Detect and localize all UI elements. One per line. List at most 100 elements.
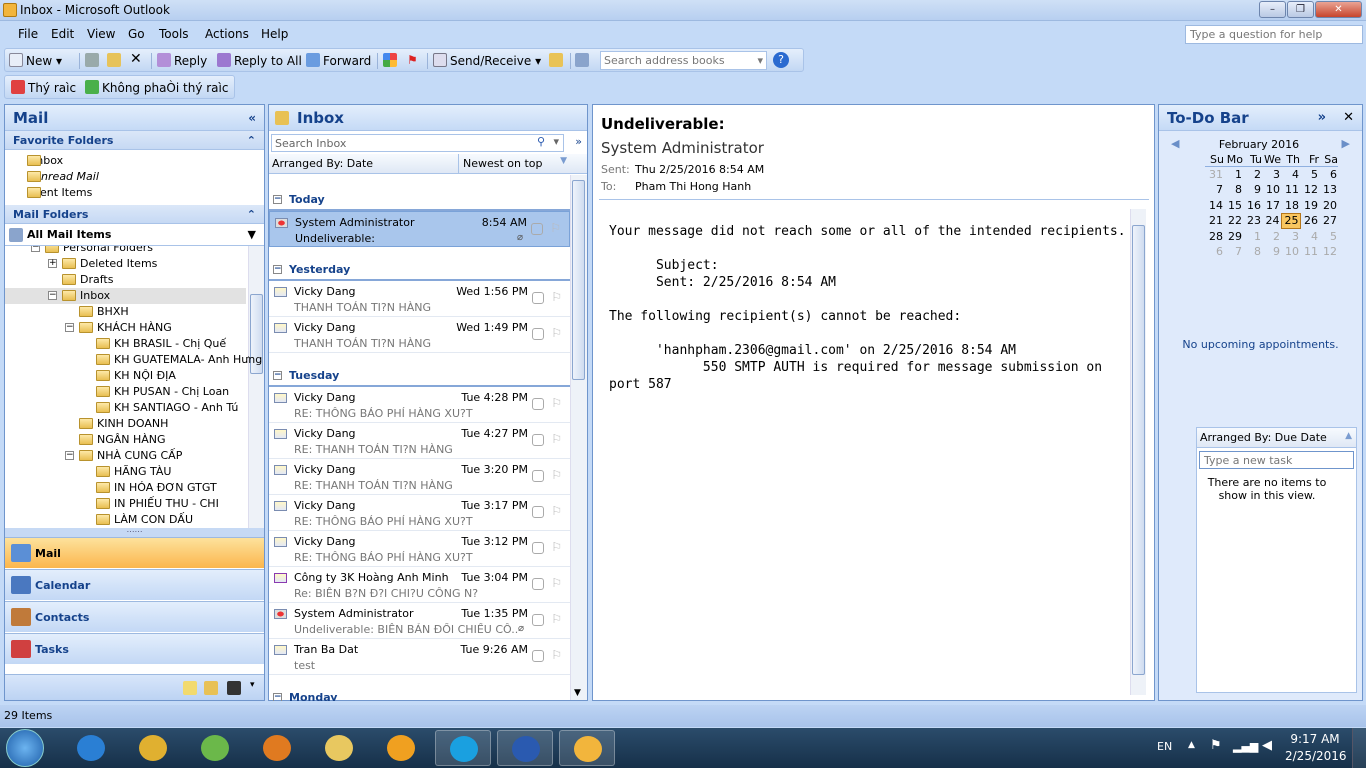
folder-item[interactable]: KH SANTIAGO - Anh Tú xyxy=(5,400,246,416)
next-month-icon[interactable]: ▶ xyxy=(1342,137,1350,150)
calendar-day[interactable]: 3 xyxy=(1262,167,1281,183)
category-checkbox[interactable] xyxy=(532,434,544,446)
taskbar-skype[interactable] xyxy=(435,730,491,766)
menu-file[interactable]: File xyxy=(18,27,38,41)
calendar-day[interactable]: 10 xyxy=(1281,244,1300,260)
forward-button[interactable]: Forward xyxy=(306,53,371,68)
menu-help[interactable]: Help xyxy=(261,27,288,41)
flag-icon[interactable]: ⚐ xyxy=(551,432,562,446)
favorite-folder-unread-mail[interactable]: Unread Mail xyxy=(5,169,264,185)
category-checkbox[interactable] xyxy=(532,470,544,482)
menu-tools[interactable]: Tools xyxy=(159,27,189,41)
message-row[interactable]: System Administrator Undeliverable: BIÊN … xyxy=(269,603,570,639)
folder-scrollbar[interactable] xyxy=(248,246,264,528)
calendar-day[interactable]: 19 xyxy=(1300,198,1319,214)
calendar-day[interactable]: 6 xyxy=(1205,244,1224,260)
taskbar-coc-coc[interactable] xyxy=(187,730,243,766)
flag-icon[interactable]: ⚐ xyxy=(551,396,562,410)
calendar-day[interactable]: 15 xyxy=(1224,198,1243,214)
print-button[interactable] xyxy=(85,53,102,68)
category-checkbox[interactable] xyxy=(532,292,544,304)
taskbar-app-orange[interactable] xyxy=(373,730,429,766)
message-row[interactable]: System Administrator Undeliverable: 8:54 A… xyxy=(269,211,570,247)
calendar-day[interactable]: 22 xyxy=(1224,213,1243,229)
message-row[interactable]: Vicky Dang THANH TOÁN TI?N HÀNG Wed 1:49 P… xyxy=(269,317,570,353)
find-contact-button[interactable] xyxy=(549,53,566,68)
reading-scrollbar[interactable] xyxy=(1130,209,1146,695)
taskbar-media-player[interactable] xyxy=(249,730,305,766)
calendar-day[interactable]: 11 xyxy=(1300,244,1319,260)
calendar-day[interactable]: 1 xyxy=(1243,229,1262,245)
folder-item[interactable]: − Personal Folders xyxy=(5,246,246,256)
calendar-day[interactable]: 17 xyxy=(1262,198,1281,214)
collapse-icon[interactable]: − xyxy=(273,195,282,204)
search-address-books-input[interactable]: Search address books ▾ xyxy=(600,51,767,70)
folder-item[interactable]: KH GUATEMALA- Anh Hưng xyxy=(5,352,262,368)
recipient[interactable]: Pham Thi Hong Hanh xyxy=(635,180,751,193)
nav-button-tasks[interactable]: Tasks xyxy=(5,633,264,664)
calendar-day[interactable]: 25 xyxy=(1280,212,1301,229)
message-list-scrollbar[interactable]: ▼ xyxy=(570,175,587,700)
message-row[interactable]: Tran Ba Dat test Tue 9:26 AM ⚐ xyxy=(269,639,570,675)
calendar-day[interactable]: 1 xyxy=(1224,167,1243,183)
folder-item[interactable]: KH PUSAN - Chị Loan xyxy=(5,384,246,400)
calendar-day[interactable]: 2 xyxy=(1262,229,1281,245)
calendar-day[interactable]: 9 xyxy=(1243,182,1262,198)
collapse-icon[interactable]: − xyxy=(273,265,282,274)
address-book-button[interactable] xyxy=(575,53,592,68)
chevron-up-icon[interactable]: ⌃ xyxy=(247,134,256,147)
search-inbox-input[interactable]: Search Inbox ⚲ ▾ xyxy=(271,134,564,152)
calendar-day[interactable]: 29 xyxy=(1224,229,1243,245)
notes-icon[interactable] xyxy=(183,681,197,695)
nav-button-mail[interactable]: Mail xyxy=(5,537,264,568)
flag-icon[interactable]: ⚐ xyxy=(551,504,562,518)
group-header-yesterday[interactable]: − Yesterday xyxy=(269,259,570,281)
category-checkbox[interactable] xyxy=(532,328,544,340)
calendar-day[interactable]: 7 xyxy=(1224,244,1243,260)
category-checkbox[interactable] xyxy=(532,542,544,554)
favorite-folder-inbox[interactable]: Inbox xyxy=(5,153,264,169)
reply-all-button[interactable]: Reply to All xyxy=(217,53,302,68)
collapse-icon[interactable]: − xyxy=(31,246,40,252)
new-task-input[interactable]: Type a new task xyxy=(1199,451,1354,469)
all-mail-items-dropdown[interactable]: All Mail Items ▼ xyxy=(5,224,264,246)
calendar-day[interactable]: 8 xyxy=(1224,182,1243,198)
folder-item[interactable]: NGÂN HÀNG xyxy=(5,432,246,448)
maximize-button[interactable]: ❐ xyxy=(1287,1,1314,18)
categorize-button[interactable] xyxy=(383,53,400,68)
calendar-day[interactable]: 12 xyxy=(1300,182,1319,198)
message-row[interactable]: Vicky Dang RE: THÔNG BÁO PHÍ HÀNG XU?T Tue… xyxy=(269,495,570,531)
menu-actions[interactable]: Actions xyxy=(205,27,249,41)
taskbar-chrome[interactable] xyxy=(125,730,181,766)
category-checkbox[interactable] xyxy=(532,650,544,662)
calendar-day[interactable]: 18 xyxy=(1281,198,1300,214)
folder-item[interactable]: KH NỘI ĐỊA xyxy=(5,368,246,384)
flag-icon[interactable]: ⚐ xyxy=(551,468,562,482)
calendar-day[interactable]: 5 xyxy=(1300,167,1319,183)
new-button[interactable]: New ▾ xyxy=(9,53,62,68)
category-checkbox[interactable] xyxy=(532,398,544,410)
message-row[interactable]: Vicky Dang RE: THANH TOÁN TI?N HÀNG Tue 3:… xyxy=(269,459,570,495)
message-row[interactable]: Vicky Dang THANH TOÁN TI?N HÀNG Wed 1:56 P… xyxy=(269,281,570,317)
calendar-day[interactable]: 11 xyxy=(1281,182,1300,198)
follow-up-button[interactable]: ⚑ xyxy=(407,53,418,67)
start-button[interactable] xyxy=(6,729,44,767)
calendar-day[interactable]: 20 xyxy=(1319,198,1338,214)
taskbar-file-explorer[interactable] xyxy=(311,730,367,766)
sort-order[interactable]: Newest on top xyxy=(458,154,547,173)
arranged-by-date[interactable]: Arranged By: Date xyxy=(272,157,373,170)
folder-item[interactable]: − NHÀ CUNG CẤP xyxy=(5,448,246,464)
help-icon[interactable]: ? xyxy=(773,52,789,68)
calendar-day[interactable]: 14 xyxy=(1205,198,1224,214)
calendar-day[interactable]: 2 xyxy=(1243,167,1262,183)
chevron-down-icon[interactable]: ▾ xyxy=(553,135,559,148)
collapse-icon[interactable]: − xyxy=(48,291,57,300)
calendar-day[interactable]: 24 xyxy=(1262,213,1281,229)
clock-date[interactable]: 2/25/2016 xyxy=(1285,749,1347,763)
menu-edit[interactable]: Edit xyxy=(51,27,74,41)
volume-icon[interactable]: ◀ xyxy=(1262,738,1272,753)
folder-item[interactable]: HÃNG TÀU xyxy=(5,464,246,480)
calendar-day[interactable]: 8 xyxy=(1243,244,1262,260)
calendar-day[interactable]: 10 xyxy=(1262,182,1281,198)
expand-icon[interactable]: » xyxy=(1318,110,1326,125)
